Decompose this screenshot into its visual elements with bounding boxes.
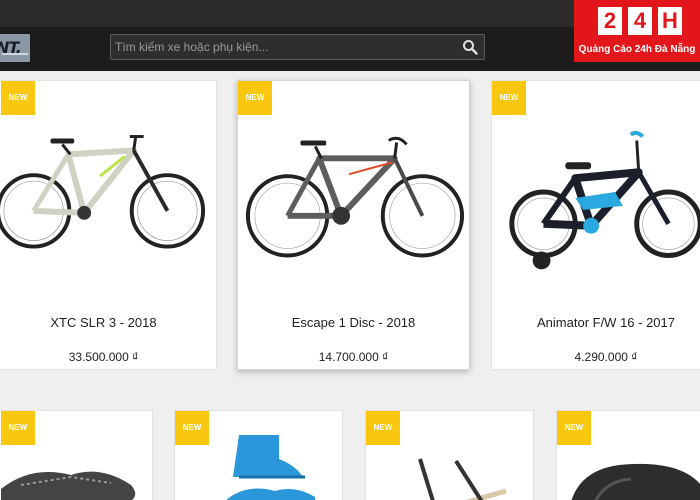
product-card[interactable]: NEW (0, 410, 153, 500)
product-name[interactable]: Animator F/W 16 - 2017 (492, 315, 700, 330)
product-card[interactable]: NEW (556, 410, 700, 500)
site-logo[interactable]: NT. (0, 34, 30, 62)
shoe-cover-image (226, 435, 315, 500)
saddle-image (571, 463, 700, 500)
new-badge: NEW (492, 81, 526, 115)
new-badge: NEW (175, 411, 209, 445)
watermark-char: 4 (628, 7, 652, 35)
bike-image (0, 135, 206, 249)
search-box (110, 34, 485, 60)
new-badge: NEW (1, 411, 35, 445)
logo-underline (2, 53, 28, 55)
watermark-caption: Quảng Cáo 24h Đà Nẵng (578, 44, 696, 55)
bike-image (245, 136, 465, 258)
watermark-badge: 2 4 H Quảng Cáo 24h Đà Nẵng (574, 0, 700, 62)
watermark-char: H (658, 7, 682, 35)
product-card[interactable]: NEW XTC SLR 3 - 2018 33.500.000 ₫ (0, 80, 217, 370)
search-input[interactable] (115, 38, 455, 56)
product-card[interactable]: NEW Escape 1 Disc - 2018 14.700.000 ₫ (237, 80, 470, 370)
product-price: 4.290.000 ₫ (574, 350, 638, 364)
new-badge: NEW (1, 81, 35, 115)
new-badge: NEW (238, 81, 272, 115)
new-badge: NEW (366, 411, 400, 445)
bike-image (509, 130, 700, 270)
shoe-image (1, 471, 136, 500)
product-name[interactable]: XTC SLR 3 - 2018 (0, 315, 216, 330)
product-price: 14.700.000 ₫ (318, 350, 389, 364)
new-badge: NEW (557, 411, 591, 445)
frame-image (418, 458, 507, 500)
watermark-char: 2 (598, 7, 622, 35)
product-card[interactable]: NEW (365, 410, 534, 500)
product-card[interactable]: NEW Animator F/W 16 - 2017 4.290.000 ₫ (491, 80, 700, 370)
product-card[interactable]: NEW (174, 410, 343, 500)
product-name[interactable]: Escape 1 Disc - 2018 (238, 315, 469, 330)
search-icon[interactable] (462, 39, 478, 55)
product-price: 33.500.000 ₫ (68, 350, 139, 364)
